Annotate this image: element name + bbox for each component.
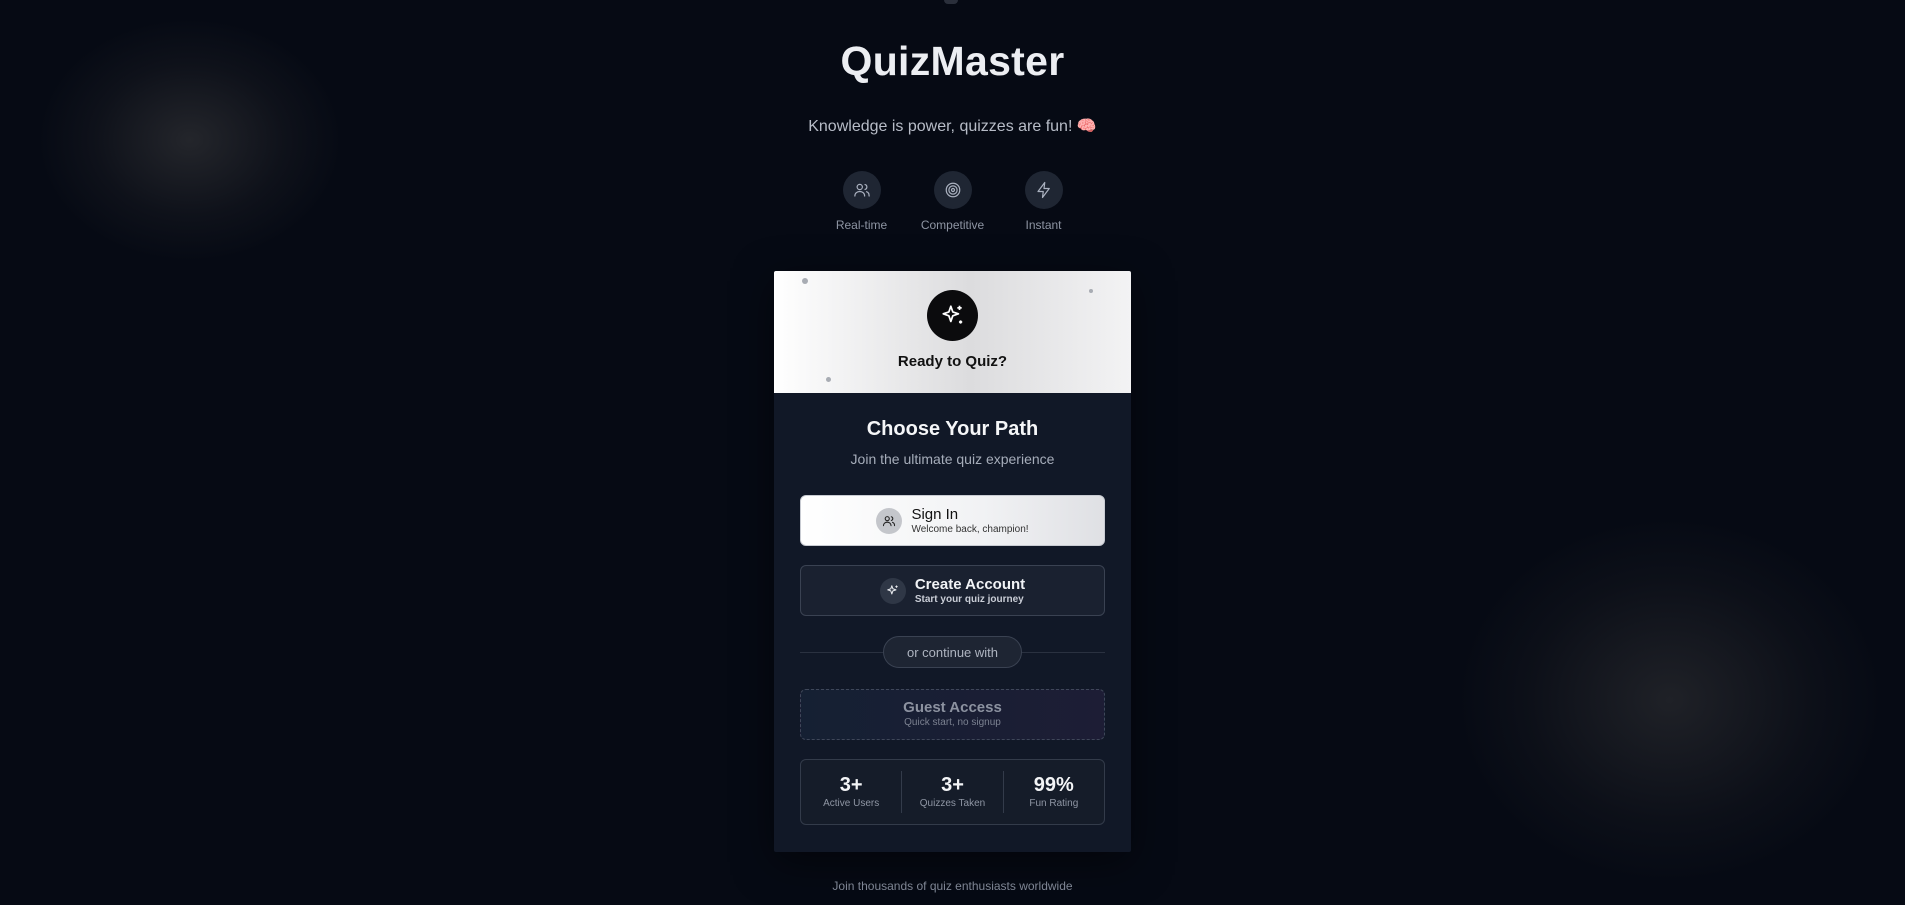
card-header-title: Ready to Quiz? <box>897 353 1008 370</box>
target-icon <box>933 171 972 209</box>
feature-label: Competitive <box>920 218 985 232</box>
stat-label: Active Users <box>823 797 880 809</box>
create-account-sublabel: Start your quiz journey <box>914 593 1024 605</box>
users-icon <box>842 171 881 209</box>
sparkles-icon <box>927 290 978 341</box>
create-account-content: Create Account Start your quiz journey <box>879 575 1026 606</box>
create-account-label: Create Account <box>914 575 1026 593</box>
stat-fun-rating: 99% Fun Rating <box>1002 771 1104 813</box>
feature-instant: Instant <box>1014 171 1074 232</box>
background-glow-right <box>1460 520 1880 880</box>
sparkles-icon <box>879 577 906 604</box>
stat-active-users: 3+ Active Users <box>801 771 901 813</box>
feature-label: Real-time <box>835 218 888 232</box>
sign-in-sublabel: Welcome back, champion! <box>911 523 1029 535</box>
card-heading: Choose Your Path <box>866 418 1039 440</box>
guest-access-sublabel: Quick start, no signup <box>904 717 1001 728</box>
feature-competitive: Competitive <box>918 171 988 232</box>
create-account-button[interactable]: Create Account Start your quiz journey <box>800 565 1105 616</box>
divider-label: or continue with <box>883 636 1022 668</box>
guest-access-button[interactable]: Guest Access Quick start, no signup <box>800 689 1105 740</box>
stats-panel: 3+ Active Users 3+ Quizzes Taken 99% Fun… <box>800 759 1105 825</box>
card-header: Ready to Quiz? <box>774 271 1131 393</box>
footer-text: Join thousands of quiz enthusiasts world… <box>832 879 1073 893</box>
users-icon <box>876 507 903 534</box>
decorative-dot <box>802 278 808 284</box>
auth-card: Ready to Quiz? Choose Your Path Join the… <box>774 271 1131 852</box>
sign-in-button[interactable]: Sign In Welcome back, champion! <box>800 495 1105 546</box>
stat-value: 99% <box>1033 773 1074 796</box>
stat-value: 3+ <box>839 773 863 796</box>
feature-realtime: Real-time <box>832 171 892 232</box>
sign-in-content: Sign In Welcome back, champion! <box>876 505 1029 536</box>
top-indicator <box>944 0 958 4</box>
sign-in-label: Sign In <box>911 505 959 523</box>
decorative-dot <box>1089 289 1093 293</box>
feature-list: Real-time Competitive Instant <box>0 171 1905 232</box>
stat-value: 3+ <box>941 773 964 796</box>
app-title: QuizMaster <box>840 38 1065 84</box>
decorative-dot <box>826 377 831 382</box>
card-subheading: Join the ultimate quiz experience <box>850 451 1055 467</box>
feature-label: Instant <box>1025 218 1062 232</box>
app-tagline: Knowledge is power, quizzes are fun! 🧠 <box>808 118 1097 135</box>
lightning-icon <box>1024 171 1063 209</box>
guest-access-label: Guest Access <box>903 699 1002 716</box>
stat-quizzes-taken: 3+ Quizzes Taken <box>901 771 1002 813</box>
stat-label: Fun Rating <box>1029 797 1079 809</box>
stat-label: Quizzes Taken <box>919 797 986 809</box>
